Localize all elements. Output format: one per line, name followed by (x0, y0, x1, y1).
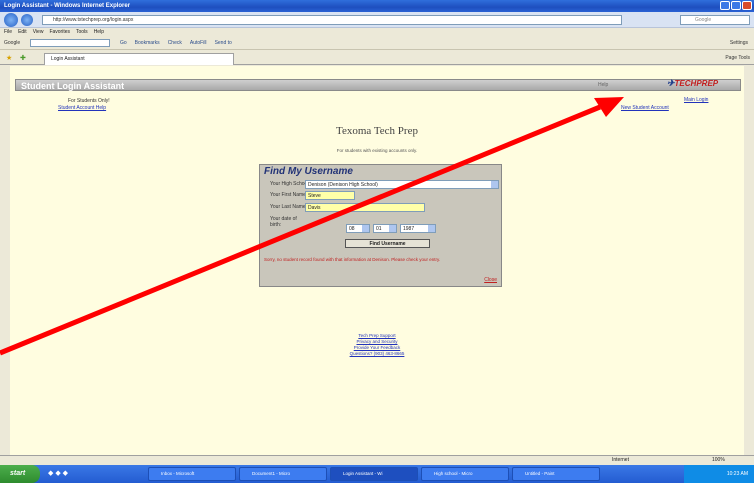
arrow-shaft (0, 104, 601, 356)
annotation-arrow (0, 97, 624, 356)
